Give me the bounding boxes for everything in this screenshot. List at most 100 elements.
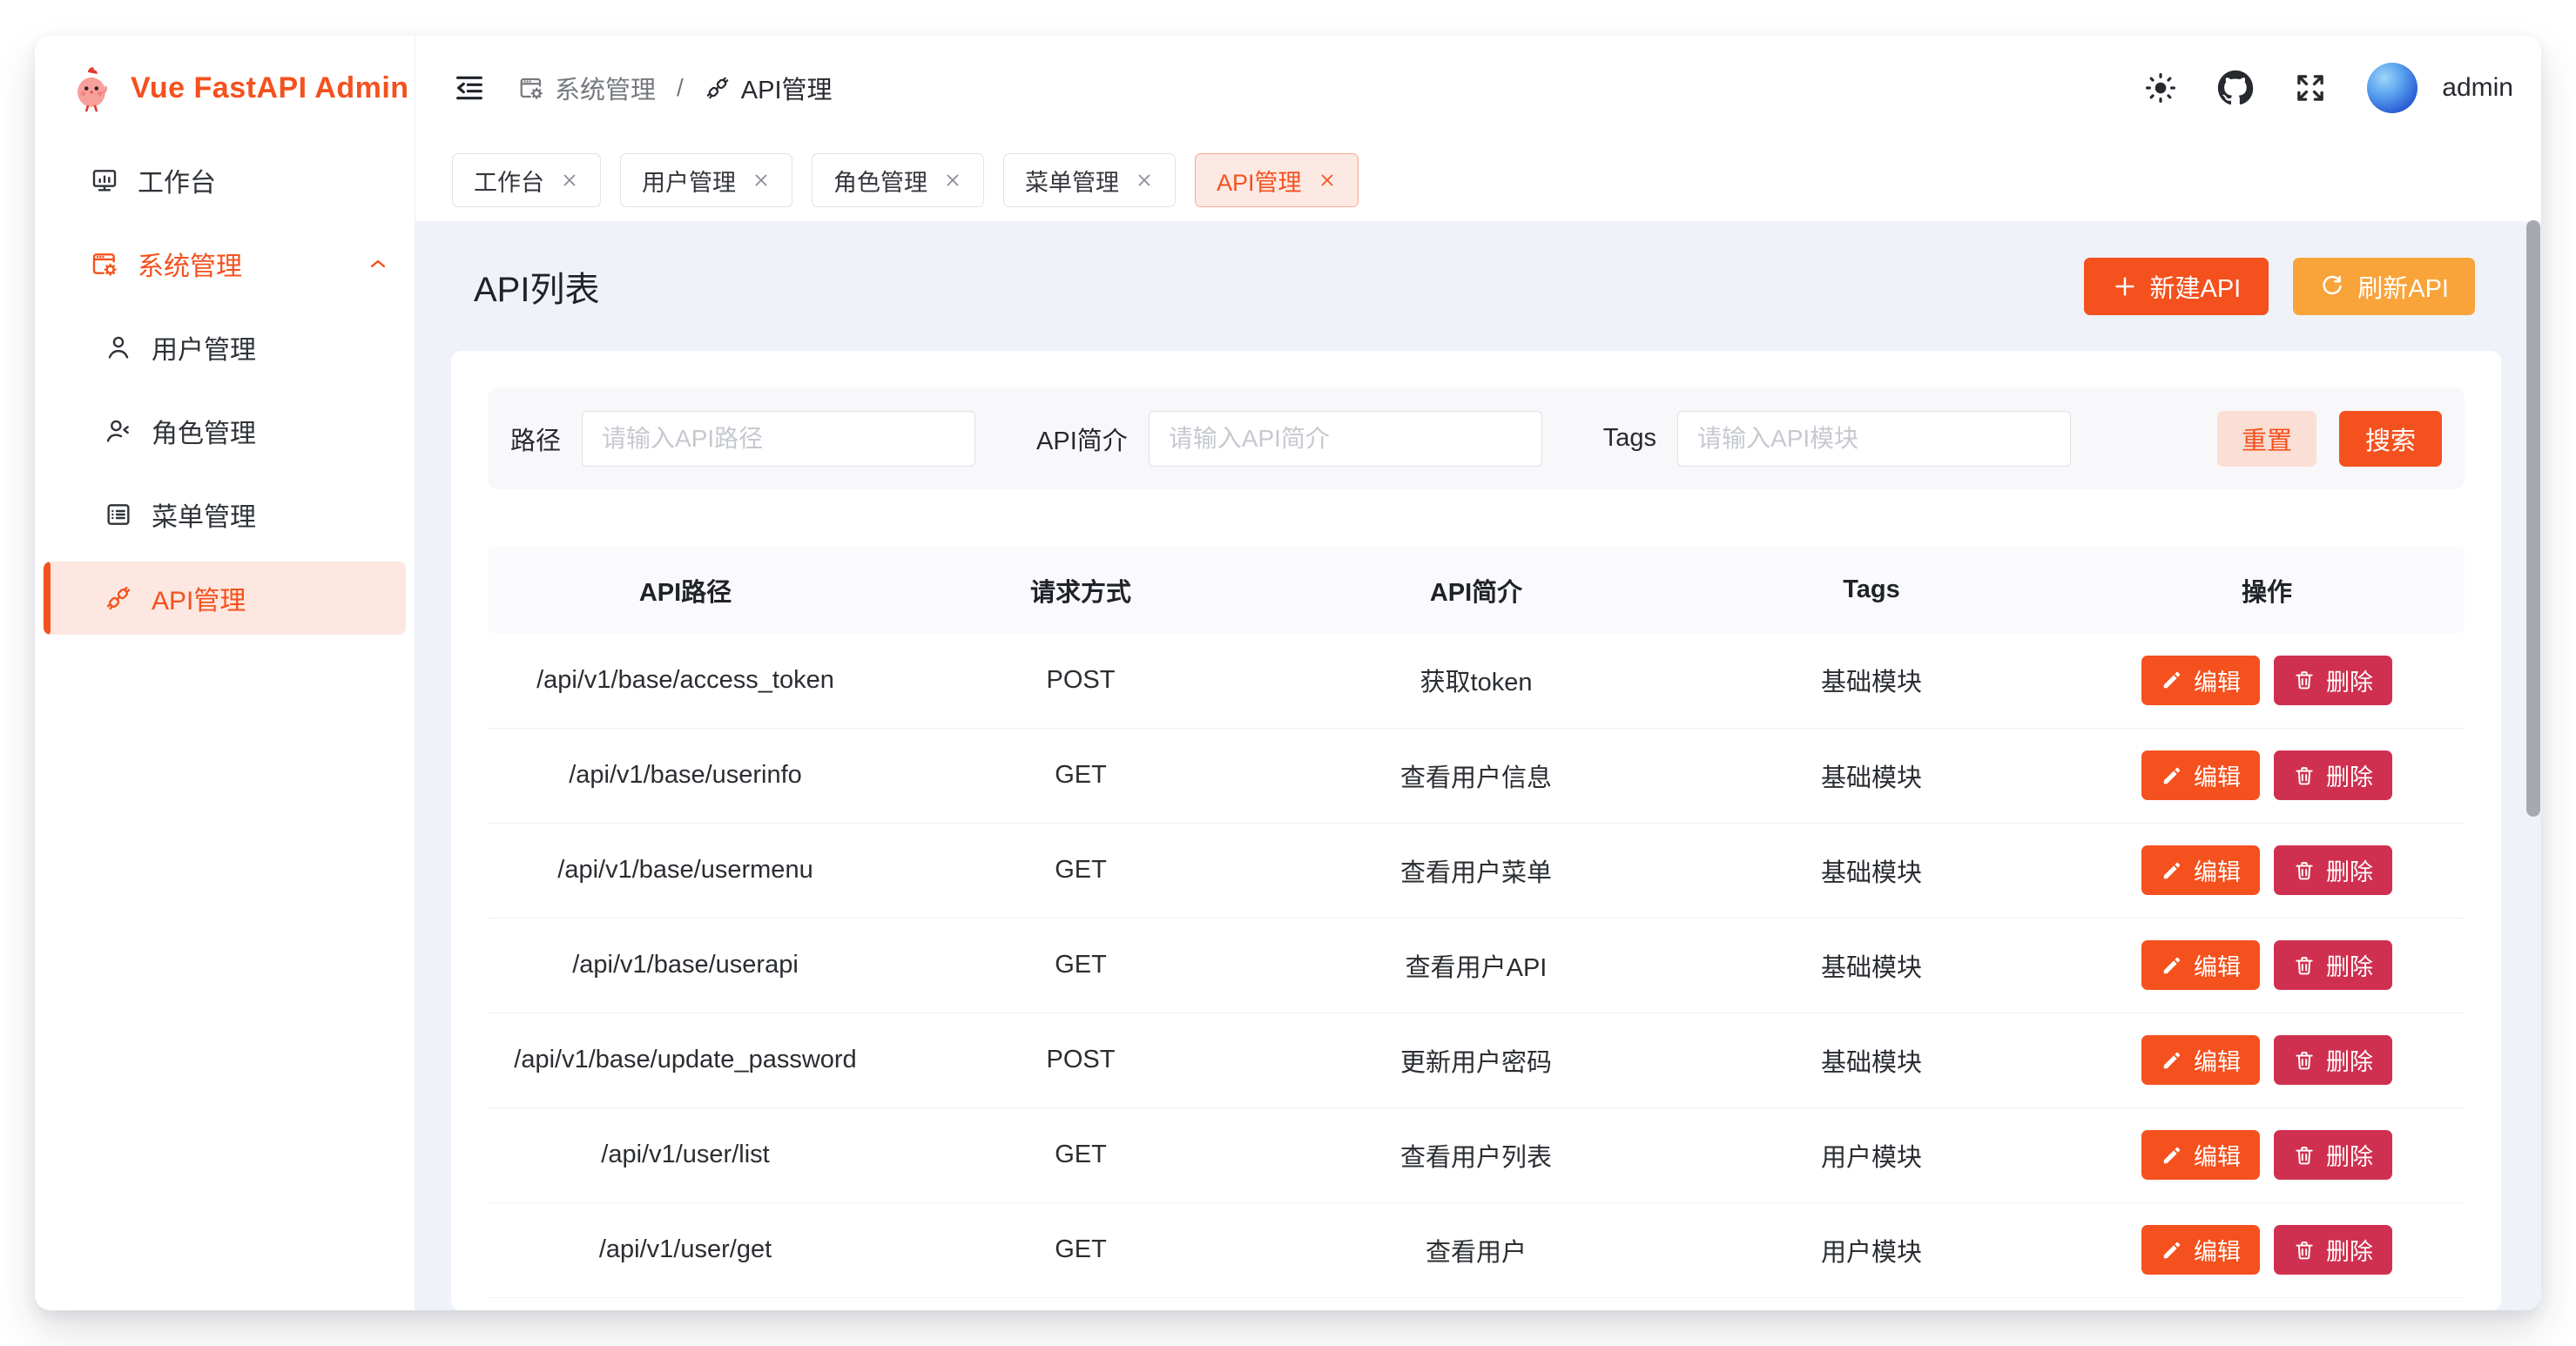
delete-button[interactable]: 删除 [2274,1225,2392,1275]
breadcrumb-item-system[interactable]: 系统管理 [518,70,656,106]
search-button[interactable]: 搜索 [2339,411,2442,467]
column-header-summary: API简介 [1278,547,1674,633]
trash-icon [2293,669,2316,691]
delete-button[interactable]: 删除 [2274,1130,2392,1180]
tab-api[interactable]: API管理 [1195,153,1359,207]
sidebar: Vue FastAPI Admin 工作台 系统管理 用户管理 [35,36,415,1310]
create-api-button[interactable]: 新建API [2084,258,2269,315]
delete-button[interactable]: 删除 [2274,750,2392,800]
table-row: /api/v1/user/get GET 查看用户 用户模块 编辑 删除 [488,1202,2465,1297]
sidebar-item-workbench[interactable]: 工作台 [35,152,415,208]
top-header: 系统管理 / API管理 admin [415,36,2541,139]
edit-button[interactable]: 编辑 [2141,750,2260,800]
pencil-icon [2161,859,2183,882]
tab-roles[interactable]: 角色管理 [812,153,984,207]
fullscreen-icon[interactable] [2292,70,2329,106]
monitor-icon [91,166,118,194]
app-title: Vue FastAPI Admin [131,71,409,105]
refresh-icon [2319,273,2345,299]
delete-button[interactable]: 删除 [2274,940,2392,990]
trash-icon [2293,859,2316,882]
desktop-background: Vue FastAPI Admin 工作台 系统管理 用户管理 [0,0,2576,1346]
main-area: 系统管理 / API管理 admin [415,36,2541,1310]
tags-input[interactable] [1677,411,2071,467]
close-icon[interactable] [1318,171,1337,190]
close-icon[interactable] [1135,171,1154,190]
chick-logo-icon [66,63,117,113]
column-header-method: 请求方式 [883,547,1278,633]
pencil-icon [2161,1049,2183,1072]
path-label: 路径 [510,421,561,457]
tags-label: Tags [1603,424,1656,453]
edit-button[interactable]: 编辑 [2141,1225,2260,1275]
tab-menus[interactable]: 菜单管理 [1003,153,1176,207]
trash-icon [2293,954,2316,977]
page-content: API列表 新建API 刷新API [415,221,2541,1310]
system-icon [518,75,544,101]
sidebar-item-roles[interactable]: 角色管理 [35,403,415,459]
plus-icon [2112,273,2138,299]
sidebar-item-system[interactable]: 系统管理 [35,236,415,292]
trash-icon [2293,1239,2316,1262]
sidebar-item-menus[interactable]: 菜单管理 [35,487,415,542]
filter-path: 路径 [510,411,975,467]
sidebar-item-api[interactable]: API管理 [44,562,406,635]
close-icon[interactable] [943,171,962,190]
theme-toggle-sun-icon[interactable] [2142,70,2179,106]
table-header-row: API路径 请求方式 API简介 Tags 操作 [488,547,2465,633]
avatar[interactable] [2367,63,2418,113]
tab-users[interactable]: 用户管理 [620,153,792,207]
app-logo[interactable]: Vue FastAPI Admin [35,36,415,140]
pencil-icon [2161,764,2183,787]
trash-icon [2293,1144,2316,1167]
sidebar-item-label: 工作台 [138,161,216,199]
github-icon[interactable] [2217,70,2254,106]
path-input[interactable] [582,411,975,467]
header-left: 系统管理 / API管理 [452,70,833,106]
sidebar-menu: 工作台 系统管理 用户管理 角色管理 菜单管理 [35,140,415,626]
edit-button[interactable]: 编辑 [2141,656,2260,705]
plug-icon [105,584,132,612]
sidebar-item-label: API管理 [152,579,246,617]
sidebar-item-label: 菜单管理 [152,495,256,534]
role-icon [105,417,132,445]
table-row: /api/v1/base/usermenu GET 查看用户菜单 基础模块 编辑… [488,823,2465,918]
close-icon[interactable] [560,171,579,190]
edit-button[interactable]: 编辑 [2141,940,2260,990]
page-actions: 新建API 刷新API [2084,258,2502,315]
delete-button[interactable]: 删除 [2274,845,2392,895]
close-icon[interactable] [752,171,771,190]
page-title: API列表 [474,261,599,312]
edit-button[interactable]: 编辑 [2141,1130,2260,1180]
sidebar-item-label: 用户管理 [152,328,256,367]
edit-button[interactable]: 编辑 [2141,1035,2260,1085]
sidebar-item-users[interactable]: 用户管理 [35,320,415,375]
filter-bar: 路径 API简介 Tags 重置 搜索 [488,387,2465,489]
edit-button[interactable]: 编辑 [2141,845,2260,895]
breadcrumb-item-api[interactable]: API管理 [705,70,833,106]
summary-input[interactable] [1149,411,1542,467]
table-row: /api/v1/base/access_token POST 获取token 基… [488,633,2465,728]
menu-list-icon [105,501,132,528]
app-window: Vue FastAPI Admin 工作台 系统管理 用户管理 [35,36,2541,1310]
table-row: /api/v1/user/list GET 查看用户列表 用户模块 编辑 删除 [488,1107,2465,1202]
tab-workbench[interactable]: 工作台 [452,153,601,207]
pencil-icon [2161,954,2183,977]
column-header-tags: Tags [1674,547,2069,633]
table-row: /api/v1/base/userinfo GET 查看用户信息 基础模块 编辑… [488,728,2465,823]
refresh-api-button[interactable]: 刷新API [2293,258,2475,315]
sidebar-item-label: 角色管理 [152,412,256,450]
delete-button[interactable]: 删除 [2274,1035,2392,1085]
active-indicator-bar [44,562,51,635]
breadcrumb-separator: / [677,74,684,102]
filter-tags: Tags [1603,411,2071,467]
api-table: API路径 请求方式 API简介 Tags 操作 /api/v1/base/ac… [488,547,2465,1298]
reset-button[interactable]: 重置 [2217,411,2316,467]
trash-icon [2293,764,2316,787]
filter-summary: API简介 [1036,411,1542,467]
column-header-actions: 操作 [2069,547,2465,633]
collapse-sidebar-icon[interactable] [452,71,487,105]
api-list-card: 路径 API简介 Tags 重置 搜索 [451,351,2501,1310]
delete-button[interactable]: 删除 [2274,656,2392,705]
vertical-scrollbar[interactable] [2526,220,2540,817]
